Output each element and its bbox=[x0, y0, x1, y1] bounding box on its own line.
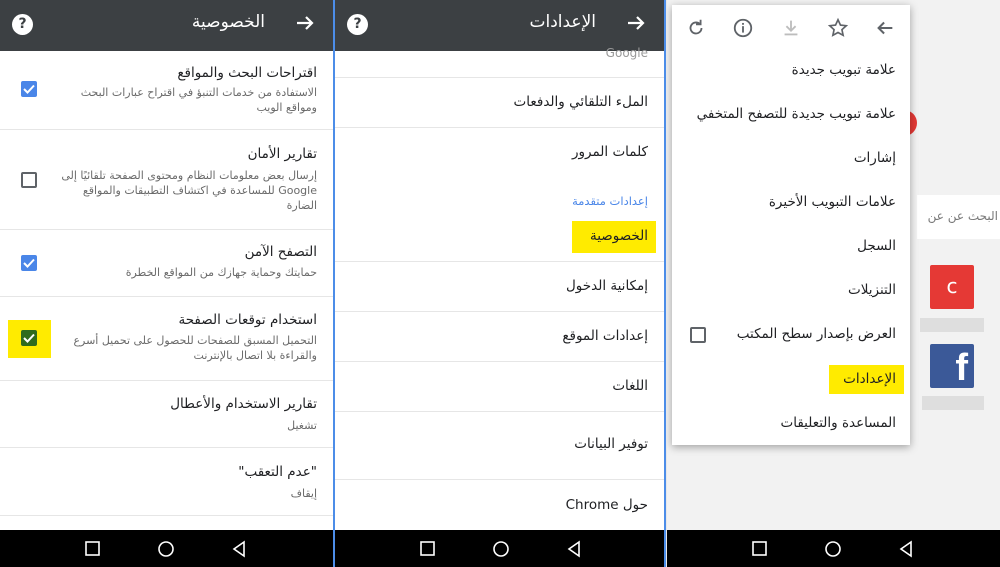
setting-title: تقارير الأمان bbox=[247, 146, 317, 162]
menu-item-new-tab[interactable]: علامة تبويب جديدة bbox=[792, 62, 896, 78]
settings-item-label: إعدادات الموقع bbox=[562, 328, 648, 344]
menu-item-help-feedback[interactable]: المساعدة والتعليقات bbox=[781, 415, 897, 431]
settings-item-partial[interactable]: Google bbox=[335, 46, 664, 78]
page-title: الخصوصية bbox=[191, 12, 265, 32]
tile-label-placeholder bbox=[922, 396, 984, 410]
setting-subtitle: الاستفادة من خدمات التنبؤ في اقتراح عبار… bbox=[80, 86, 317, 114]
checkbox-checked[interactable] bbox=[21, 330, 37, 346]
android-navbar bbox=[335, 530, 664, 567]
settings-appbar: ? الإعدادات bbox=[335, 0, 664, 51]
setting-subtitle: إرسال بعض معلومات النظام ومحتوى الصفحة ت… bbox=[61, 169, 317, 212]
search-box-text: البحث عن عن bbox=[927, 209, 998, 223]
page-title: الإعدادات bbox=[529, 12, 596, 32]
setting-title: اقتراحات البحث والمواقع bbox=[177, 65, 317, 81]
settings-item-label: توفير البيانات bbox=[574, 436, 648, 452]
settings-item-label: الخصوصية bbox=[589, 228, 648, 244]
back-arrow-icon[interactable] bbox=[293, 11, 317, 35]
help-icon[interactable]: ? bbox=[347, 14, 368, 35]
setting-title: استخدام توقعات الصفحة bbox=[178, 312, 317, 328]
privacy-screen: ? الخصوصية اقتراحات البحث والمواقع الاست… bbox=[0, 0, 333, 567]
download-icon[interactable] bbox=[780, 17, 802, 39]
checkbox-checked[interactable] bbox=[21, 255, 37, 271]
tile-letter: c bbox=[946, 274, 958, 298]
back-arrow-icon[interactable] bbox=[874, 17, 896, 39]
overflow-menu: علامة تبويب جديدة علامة تبويب جديدة للتص… bbox=[672, 5, 910, 445]
settings-item-data-saver[interactable]: توفير البيانات bbox=[335, 412, 664, 480]
setting-subtitle: التحميل المسبق للصفحات للحصول على تحميل … bbox=[73, 334, 317, 362]
facebook-tile[interactable]: f bbox=[930, 344, 974, 389]
back-triangle-icon[interactable] bbox=[230, 540, 248, 558]
setting-subtitle: تشغيل bbox=[287, 419, 317, 432]
setting-title: "عدم التعقب" bbox=[238, 464, 317, 480]
setting-subtitle: حمايتك وحماية جهازك من المواقع الخطرة bbox=[125, 266, 317, 279]
menu-item-new-incognito-tab[interactable]: علامة تبويب جديدة للتصفح المتخفي bbox=[697, 106, 896, 122]
menu-item-downloads[interactable]: التنزيلات bbox=[848, 282, 896, 298]
recents-square-icon[interactable] bbox=[84, 540, 102, 558]
advanced-settings-header: إعدادات متقدمة bbox=[572, 194, 648, 208]
setting-row-security-reports[interactable]: تقارير الأمان إرسال بعض معلومات النظام و… bbox=[0, 130, 333, 230]
setting-title: التصفح الآمن bbox=[244, 244, 317, 260]
privacy-appbar: ? الخصوصية bbox=[0, 0, 333, 51]
search-box[interactable]: البحث عن عن bbox=[917, 195, 1000, 239]
home-circle-icon[interactable] bbox=[824, 540, 842, 558]
setting-row-search-suggestions[interactable]: اقتراحات البحث والمواقع الاستفادة من خدم… bbox=[0, 51, 333, 130]
home-circle-icon[interactable] bbox=[492, 540, 510, 558]
menu-item-history[interactable]: السجل bbox=[857, 238, 896, 254]
settings-item-about[interactable]: حول Chrome bbox=[335, 480, 664, 530]
settings-item-privacy[interactable]: الخصوصية bbox=[335, 212, 664, 262]
back-arrow-icon[interactable] bbox=[624, 11, 648, 35]
menu-item-settings[interactable]: الإعدادات bbox=[843, 371, 896, 387]
settings-item-label: حول Chrome bbox=[565, 497, 648, 513]
recents-square-icon[interactable] bbox=[751, 540, 769, 558]
settings-item-label: إمكانية الدخول bbox=[566, 278, 648, 294]
setting-row-usage-reports[interactable]: تقارير الاستخدام والأعطال تشغيل bbox=[0, 381, 333, 448]
menu-item-bookmarks[interactable]: إشارات bbox=[854, 150, 896, 166]
setting-row-do-not-track[interactable]: "عدم التعقب" إيقاف bbox=[0, 448, 333, 516]
settings-item-autofill[interactable]: الملء التلقائي والدفعات bbox=[335, 78, 664, 128]
setting-title: تقارير الاستخدام والأعطال bbox=[170, 396, 317, 412]
screenshot-stage: ? الخصوصية اقتراحات البحث والمواقع الاست… bbox=[0, 0, 1000, 567]
settings-screen: ? الإعدادات Google الملء التلقائي والدفع… bbox=[333, 0, 666, 567]
settings-item-accessibility[interactable]: إمكانية الدخول bbox=[335, 262, 664, 312]
setting-row-page-prediction[interactable]: استخدام توقعات الصفحة التحميل المسبق للص… bbox=[0, 297, 333, 381]
browser-screen: البحث عن عن c f علامة تبويب جديدة علامة … bbox=[667, 0, 1000, 567]
android-navbar bbox=[0, 530, 333, 567]
tile-label-placeholder bbox=[920, 318, 984, 332]
desktop-site-checkbox[interactable] bbox=[690, 327, 706, 343]
menu-item-desktop-site[interactable]: العرض بإصدار سطح المكتب bbox=[737, 326, 896, 342]
refresh-icon[interactable] bbox=[685, 17, 707, 39]
settings-item-label: اللغات bbox=[612, 378, 648, 394]
help-icon[interactable]: ? bbox=[12, 14, 33, 35]
settings-item-label: Google bbox=[605, 46, 648, 60]
settings-item-site-settings[interactable]: إعدادات الموقع bbox=[335, 312, 664, 362]
back-triangle-icon[interactable] bbox=[565, 540, 583, 558]
android-navbar bbox=[667, 530, 1000, 567]
checkbox-unchecked[interactable] bbox=[21, 172, 37, 188]
star-icon[interactable] bbox=[827, 17, 849, 39]
settings-item-label: الملء التلقائي والدفعات bbox=[513, 94, 648, 110]
back-triangle-icon[interactable] bbox=[897, 540, 915, 558]
setting-row-safe-browsing[interactable]: التصفح الآمن حمايتك وحماية جهازك من المو… bbox=[0, 230, 333, 297]
settings-item-label: كلمات المرور bbox=[572, 144, 648, 160]
info-icon[interactable] bbox=[732, 17, 754, 39]
setting-subtitle: إيقاف bbox=[290, 487, 317, 500]
checkbox-checked[interactable] bbox=[21, 81, 37, 97]
settings-item-languages[interactable]: اللغات bbox=[335, 362, 664, 412]
facebook-f-icon: f bbox=[955, 347, 968, 389]
settings-item-passwords[interactable]: كلمات المرور bbox=[335, 128, 664, 178]
home-circle-icon[interactable] bbox=[157, 540, 175, 558]
recents-square-icon[interactable] bbox=[419, 540, 437, 558]
menu-item-recent-tabs[interactable]: علامات التبويب الأخيرة bbox=[769, 194, 896, 210]
c-site-tile[interactable]: c bbox=[930, 265, 974, 309]
